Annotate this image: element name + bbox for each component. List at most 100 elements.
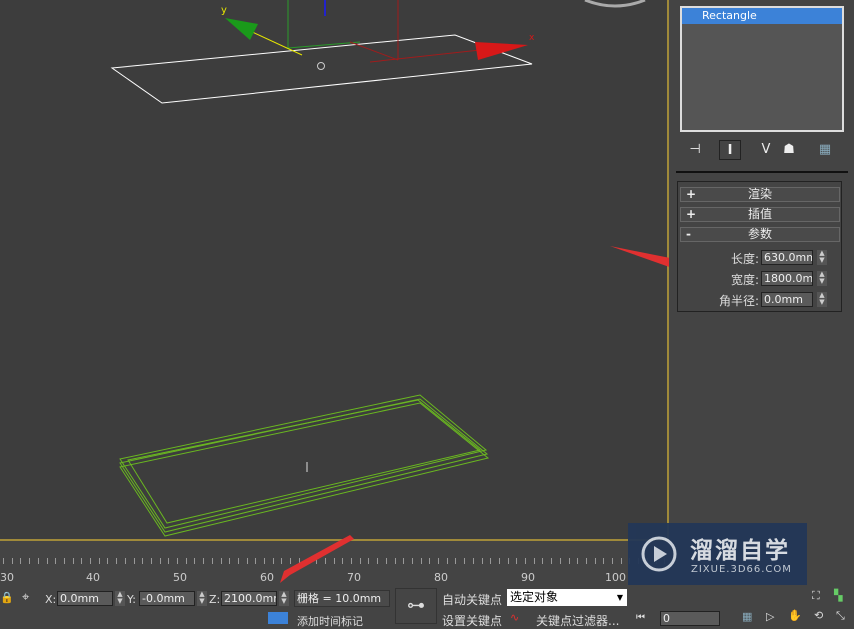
orbit-icon[interactable]: ⟲ bbox=[814, 609, 823, 622]
timeline-tick bbox=[455, 558, 457, 564]
show-end-result-icon[interactable]: I bbox=[719, 140, 741, 160]
length-label: 长度: bbox=[730, 252, 759, 266]
watermark-logo-icon bbox=[641, 536, 677, 572]
go-to-start-icon[interactable]: ⏮ bbox=[636, 612, 645, 623]
corner-radius-spinner[interactable]: ▲ ▼ bbox=[817, 292, 827, 307]
tick-label: 40 bbox=[86, 571, 100, 584]
timeline-tick bbox=[107, 558, 109, 564]
rollout-parameters[interactable]: - 参数 bbox=[680, 227, 840, 242]
timeline-tick bbox=[551, 558, 553, 564]
timeline-tick bbox=[411, 558, 413, 564]
timeline-tick bbox=[237, 558, 239, 564]
timeline-tick bbox=[264, 558, 265, 564]
timeline-tick bbox=[90, 558, 91, 564]
timeline-tick bbox=[203, 558, 205, 564]
configure-modifier-sets-icon[interactable]: ▦ bbox=[814, 140, 836, 160]
timeline-tick bbox=[29, 558, 31, 564]
timeline-tick bbox=[559, 558, 561, 564]
tick-label: 90 bbox=[521, 571, 535, 584]
timeline-tick bbox=[542, 558, 544, 564]
key-icon[interactable]: ⊶ bbox=[395, 588, 437, 624]
timeline-tick bbox=[498, 558, 500, 564]
grid-size-display: 栅格 = 10.0mm bbox=[294, 590, 390, 607]
auto-key-button[interactable]: 自动关键点 bbox=[442, 591, 502, 608]
add-time-tag-button[interactable]: 添加时间标记 bbox=[297, 613, 363, 629]
key-filters-button[interactable]: 关键点过滤器... bbox=[536, 612, 619, 629]
time-tag-icon[interactable] bbox=[268, 612, 288, 624]
x-spinner[interactable]: ▲ ▼ bbox=[115, 591, 125, 606]
timeline-tick bbox=[594, 558, 596, 564]
gizmo-y-arrow bbox=[225, 18, 258, 40]
timeline-tick bbox=[3, 558, 4, 564]
timeline-tick bbox=[255, 558, 257, 564]
timeline-tick bbox=[585, 558, 587, 564]
selection-set-value: 选定对象 bbox=[510, 590, 559, 604]
make-unique-icon[interactable]: V bbox=[755, 140, 777, 160]
corner-radius-label: 角半径: bbox=[718, 294, 759, 308]
timeline-tick bbox=[124, 558, 126, 564]
tick-label: 80 bbox=[434, 571, 448, 584]
timeline-tick bbox=[46, 558, 48, 564]
x-coordinate-input[interactable]: 0.0mm bbox=[57, 591, 113, 606]
z-label: Z: bbox=[209, 593, 221, 606]
corner-radius-input[interactable]: 0.0mm bbox=[761, 292, 813, 307]
timeline-tick bbox=[185, 558, 187, 564]
rollout-label: 渲染 bbox=[747, 187, 772, 201]
y-spinner[interactable]: ▲ ▼ bbox=[197, 591, 207, 606]
timeline-tick bbox=[229, 558, 231, 564]
modifier-stack-list[interactable]: Rectangle bbox=[680, 6, 844, 132]
width-spinner[interactable]: ▲ ▼ bbox=[817, 271, 827, 286]
annotation-arrow-panel bbox=[610, 246, 669, 267]
z-spinner[interactable]: ▲ ▼ bbox=[279, 591, 289, 606]
timeline-tick bbox=[438, 558, 439, 564]
timeline-tick bbox=[116, 558, 118, 564]
rollout-label: 插值 bbox=[747, 207, 772, 221]
timeline-tick bbox=[603, 558, 605, 564]
rollout-label: 参数 bbox=[747, 227, 772, 241]
remove-modifier-icon[interactable]: ☗ bbox=[778, 140, 800, 160]
length-input[interactable]: 630.0mm bbox=[761, 250, 813, 265]
length-spinner[interactable]: ▲ ▼ bbox=[817, 250, 827, 265]
gizmo-x-label: x bbox=[529, 33, 535, 43]
z-coordinate-input[interactable]: 2100.0mm bbox=[221, 591, 277, 606]
timeline-tick bbox=[246, 558, 248, 564]
lock-icon[interactable]: 🔒 bbox=[0, 591, 14, 604]
zoom-extents-all-icon[interactable]: ▚ bbox=[834, 589, 842, 602]
width-input[interactable]: 1800.0mm bbox=[761, 271, 813, 286]
rollout-render[interactable]: + 渲染 bbox=[680, 187, 840, 202]
timeline-tick bbox=[612, 558, 613, 564]
zoom-extents-icon[interactable]: ⛶ bbox=[812, 589, 820, 603]
timeline-tick bbox=[403, 558, 405, 564]
y-coordinate-input[interactable]: -0.0mm bbox=[139, 591, 195, 606]
modifier-stack-item[interactable]: Rectangle bbox=[682, 8, 842, 24]
watermark-brand: 溜溜自学 bbox=[690, 538, 790, 564]
timeline-tick bbox=[81, 558, 83, 564]
timeline-tick bbox=[481, 558, 483, 564]
timeline-tick bbox=[55, 558, 57, 564]
pivot-circle bbox=[317, 62, 325, 70]
set-key-button[interactable]: 设置关键点 bbox=[442, 612, 502, 629]
timeline-tick bbox=[20, 558, 22, 564]
time-config-icon[interactable]: ▦ bbox=[742, 610, 752, 623]
tick-label: 100 bbox=[605, 571, 626, 584]
scene: y x bbox=[110, 0, 669, 537]
viewport-perspective[interactable]: y x bbox=[0, 0, 669, 541]
watermark: 溜溜自学 ZIXUE.3D66.COM bbox=[628, 523, 807, 585]
rollout-sign: + bbox=[686, 207, 697, 221]
play-icon[interactable]: ▷ bbox=[766, 610, 774, 623]
absolute-mode-icon[interactable]: ⌖ bbox=[22, 590, 29, 605]
timeline-tick bbox=[577, 558, 579, 564]
timeline-tick bbox=[72, 558, 74, 564]
pin-stack-icon[interactable]: ⊣ bbox=[684, 140, 706, 160]
timeline-tick bbox=[194, 558, 196, 564]
timeline-tick bbox=[37, 558, 39, 564]
rollout-interpolation[interactable]: + 插值 bbox=[680, 207, 840, 222]
pan-hand-icon[interactable]: ✋ bbox=[788, 609, 802, 622]
timeline-tick bbox=[177, 558, 178, 564]
timeline-tick bbox=[464, 558, 466, 564]
selection-set-dropdown[interactable]: 选定对象 ▼ bbox=[507, 589, 627, 606]
timeline-tick bbox=[168, 558, 170, 564]
timeline-tick bbox=[620, 558, 622, 564]
maximize-viewport-icon[interactable]: ⤡ bbox=[836, 609, 845, 623]
rollout-sign: + bbox=[686, 187, 697, 201]
